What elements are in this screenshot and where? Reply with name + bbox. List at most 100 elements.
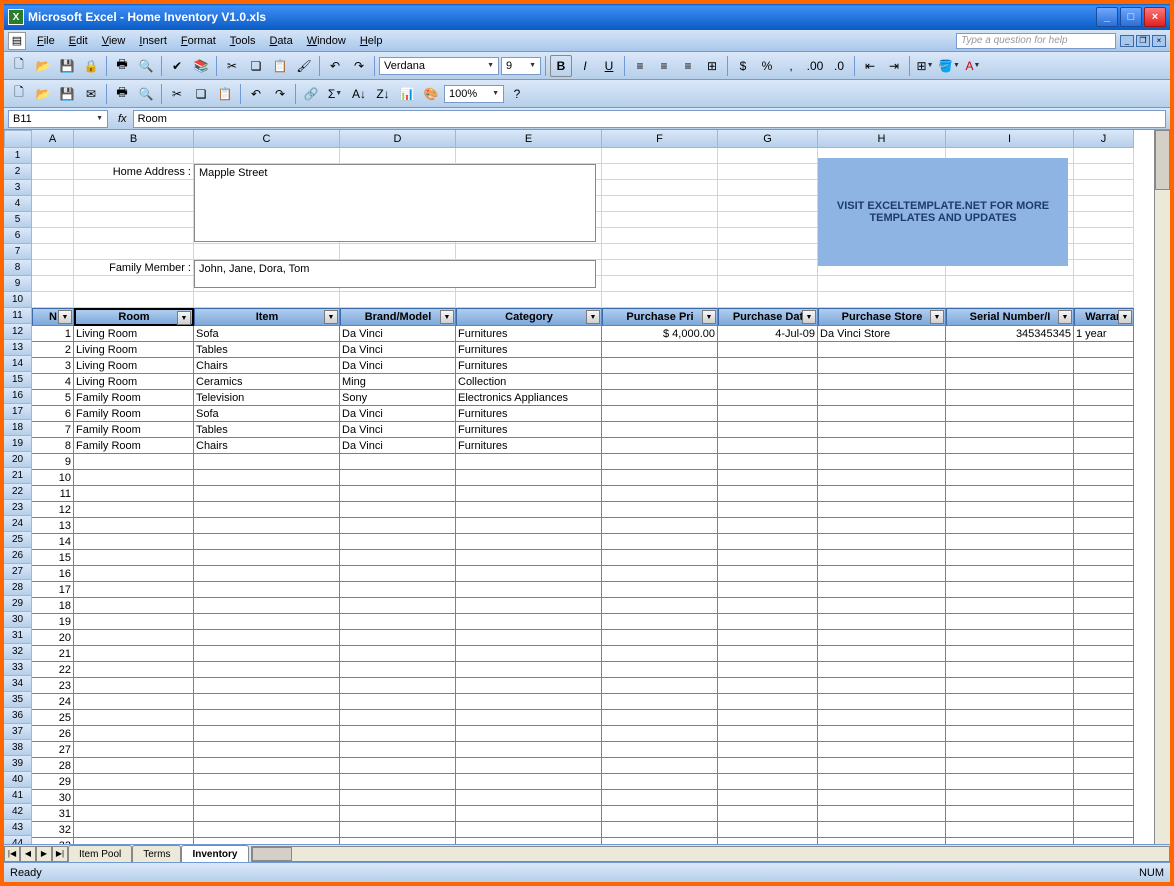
cell[interactable] — [340, 550, 456, 566]
cell[interactable] — [602, 342, 718, 358]
cell[interactable] — [818, 374, 946, 390]
cell[interactable] — [946, 276, 1074, 292]
cell[interactable] — [818, 838, 946, 844]
cell[interactable] — [946, 790, 1074, 806]
row-header-2[interactable]: 2 — [4, 164, 32, 180]
new-button[interactable]: 🗋 — [8, 55, 30, 77]
cell[interactable] — [74, 582, 194, 598]
col-header-A[interactable]: A — [32, 130, 74, 148]
cell[interactable]: Family Room — [74, 438, 194, 454]
cell[interactable] — [456, 454, 602, 470]
cell[interactable] — [340, 758, 456, 774]
cell[interactable] — [1074, 502, 1134, 518]
font-color-button[interactable]: A▼ — [962, 55, 984, 77]
copy2-button[interactable]: ❏ — [190, 83, 212, 105]
cell[interactable] — [718, 244, 818, 260]
cell[interactable] — [1074, 742, 1134, 758]
cell[interactable] — [32, 260, 74, 276]
cell[interactable]: 3 — [32, 358, 74, 374]
cell[interactable] — [818, 726, 946, 742]
cell[interactable] — [946, 358, 1074, 374]
cell[interactable] — [340, 582, 456, 598]
undo2-button[interactable]: ↶ — [245, 83, 267, 105]
cell[interactable] — [718, 374, 818, 390]
cell[interactable] — [74, 470, 194, 486]
cell[interactable]: Furnitures — [456, 438, 602, 454]
cell[interactable] — [194, 742, 340, 758]
open-button[interactable]: 📂 — [32, 55, 54, 77]
cell[interactable] — [74, 550, 194, 566]
row-header-23[interactable]: 23 — [4, 500, 32, 516]
cell[interactable] — [74, 228, 194, 244]
cell[interactable] — [194, 662, 340, 678]
cell[interactable] — [818, 742, 946, 758]
cell[interactable] — [602, 276, 718, 292]
cell[interactable] — [340, 774, 456, 790]
cell[interactable] — [718, 822, 818, 838]
cell[interactable] — [602, 406, 718, 422]
cell[interactable] — [1074, 790, 1134, 806]
cell[interactable] — [74, 678, 194, 694]
cell[interactable] — [818, 390, 946, 406]
cell[interactable] — [718, 518, 818, 534]
cell[interactable] — [340, 646, 456, 662]
cell[interactable] — [1074, 292, 1134, 308]
cell[interactable] — [74, 694, 194, 710]
cell[interactable]: Living Room — [74, 326, 194, 342]
cell[interactable] — [946, 678, 1074, 694]
cell[interactable]: Furnitures — [456, 326, 602, 342]
print-preview-button[interactable]: 🔍 — [135, 55, 157, 77]
cell[interactable] — [602, 438, 718, 454]
row-header-20[interactable]: 20 — [4, 452, 32, 468]
cell[interactable] — [818, 502, 946, 518]
cell[interactable] — [718, 196, 818, 212]
row-header-41[interactable]: 41 — [4, 788, 32, 804]
cell[interactable] — [456, 662, 602, 678]
cell[interactable] — [340, 454, 456, 470]
cell[interactable] — [602, 838, 718, 844]
cell[interactable] — [946, 438, 1074, 454]
cell[interactable] — [946, 454, 1074, 470]
cell[interactable] — [194, 790, 340, 806]
cell[interactable] — [340, 710, 456, 726]
col-header-D[interactable]: D — [340, 130, 456, 148]
cell[interactable] — [456, 598, 602, 614]
sheet-tab-terms[interactable]: Terms — [132, 845, 181, 862]
col-header-J[interactable]: J — [1074, 130, 1134, 148]
cell[interactable]: Furnitures — [456, 342, 602, 358]
cell[interactable] — [456, 822, 602, 838]
cell[interactable] — [456, 470, 602, 486]
cell[interactable] — [718, 438, 818, 454]
cell[interactable]: $ 4,000.00 — [602, 326, 718, 342]
spell-check-button[interactable]: ✔ — [166, 55, 188, 77]
row-header-30[interactable]: 30 — [4, 612, 32, 628]
cell[interactable] — [456, 774, 602, 790]
cell[interactable] — [718, 774, 818, 790]
cell[interactable] — [340, 742, 456, 758]
cell[interactable]: Sofa — [194, 326, 340, 342]
cell[interactable] — [74, 630, 194, 646]
cell[interactable] — [602, 710, 718, 726]
cell[interactable]: 10 — [32, 470, 74, 486]
cell[interactable] — [74, 646, 194, 662]
cell[interactable] — [1074, 212, 1134, 228]
cell[interactable] — [718, 758, 818, 774]
row-header-31[interactable]: 31 — [4, 628, 32, 644]
cell[interactable] — [818, 598, 946, 614]
cell[interactable] — [718, 342, 818, 358]
new-doc-button[interactable]: 🗋 — [8, 83, 30, 105]
cell[interactable] — [946, 774, 1074, 790]
italic-button[interactable]: I — [574, 55, 596, 77]
row-header-42[interactable]: 42 — [4, 804, 32, 820]
cell[interactable]: 19 — [32, 614, 74, 630]
cell[interactable] — [32, 292, 74, 308]
cell[interactable]: Ming — [340, 374, 456, 390]
filter-dropdown-icon[interactable]: ▼ — [1058, 310, 1072, 324]
zoom-selector[interactable]: 100%▼ — [444, 85, 504, 103]
cell[interactable] — [1074, 710, 1134, 726]
cell[interactable] — [718, 422, 818, 438]
cell[interactable] — [718, 180, 818, 196]
cell[interactable]: 17 — [32, 582, 74, 598]
cell[interactable]: Furnitures — [456, 422, 602, 438]
cell[interactable] — [74, 742, 194, 758]
